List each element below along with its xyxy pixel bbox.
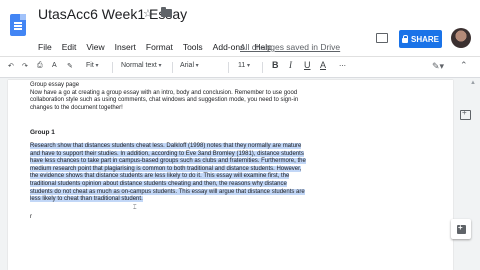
- toolbar-divider: [228, 62, 229, 73]
- menu-format[interactable]: Format: [146, 42, 173, 52]
- toolbar-divider: [112, 62, 113, 73]
- pencil-icon[interactable]: ✎▾: [432, 61, 444, 72]
- selected-text[interactable]: Research show that distances students ch…: [30, 143, 306, 203]
- body-paragraph[interactable]: Research show that distances students ch…: [30, 143, 310, 204]
- save-status[interactable]: All changes saved in Drive: [240, 42, 340, 52]
- scroll-up-icon[interactable]: ▲: [470, 80, 478, 88]
- star-icon[interactable]: ☆: [143, 7, 153, 20]
- bold-button[interactable]: B: [272, 60, 279, 70]
- redo-icon[interactable]: ↷: [22, 62, 28, 70]
- document-page[interactable]: Group essay page Now have a go at creati…: [8, 80, 453, 270]
- share-button[interactable]: SHARE: [399, 30, 442, 48]
- text-color-button[interactable]: A: [320, 60, 326, 70]
- print-icon[interactable]: ⎙: [37, 62, 43, 70]
- menu-tools[interactable]: Tools: [183, 42, 203, 52]
- add-comment-icon[interactable]: [460, 108, 471, 120]
- font-select[interactable]: Arial: [180, 62, 199, 69]
- docs-logo-icon[interactable]: [10, 14, 26, 36]
- chevron-up-icon[interactable]: ⌃: [460, 60, 468, 71]
- comment-icon[interactable]: [376, 33, 388, 43]
- toolbar: ↶ ↷ ⎙ A ✎ Fit Normal text Arial 11 B I U…: [0, 56, 480, 78]
- undo-icon[interactable]: ↶: [8, 62, 14, 70]
- menu-view[interactable]: View: [86, 42, 104, 52]
- style-select[interactable]: Normal text: [121, 62, 161, 69]
- mouse-cursor-icon: ⌶: [133, 205, 137, 211]
- toolbar-divider: [172, 62, 173, 73]
- folder-icon[interactable]: [161, 7, 172, 17]
- intro-paragraph[interactable]: Group essay page Now have a go at creati…: [30, 82, 310, 112]
- header: UtasAcc6 Week1 Essay ☆ File Edit View In…: [0, 0, 480, 56]
- lock-icon: [401, 34, 408, 43]
- toolbar-divider: [262, 62, 263, 73]
- italic-button[interactable]: I: [289, 60, 292, 70]
- zoom-select[interactable]: Fit: [86, 62, 98, 69]
- paint-format-icon[interactable]: ✎: [67, 62, 73, 70]
- share-label: SHARE: [410, 34, 439, 44]
- group-heading[interactable]: Group 1: [30, 129, 55, 136]
- spellcheck-icon[interactable]: A: [52, 62, 57, 69]
- font-size-select[interactable]: 11: [238, 62, 250, 69]
- underline-button[interactable]: U: [304, 60, 311, 70]
- menu-insert[interactable]: Insert: [115, 42, 136, 52]
- trailing-text[interactable]: r: [30, 214, 32, 220]
- menu-file[interactable]: File: [38, 42, 52, 52]
- more-options-icon[interactable]: ⋯: [339, 62, 346, 70]
- avatar[interactable]: [451, 28, 471, 48]
- google-docs-window: UtasAcc6 Week1 Essay ☆ File Edit View In…: [0, 0, 480, 270]
- explore-icon[interactable]: [451, 219, 471, 239]
- menu-edit[interactable]: Edit: [62, 42, 77, 52]
